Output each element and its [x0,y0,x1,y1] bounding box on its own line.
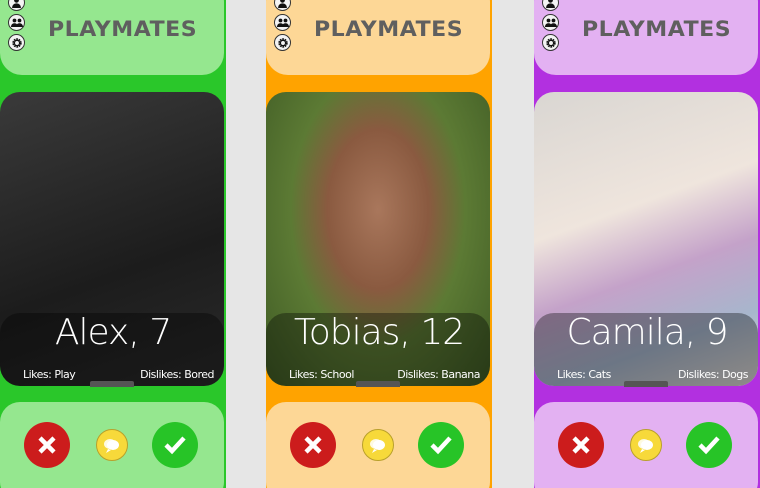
profile-name: Camila, 9 [566,312,728,353]
gear-icon[interactable] [542,34,559,51]
group-icon[interactable] [8,14,25,31]
group-icon[interactable] [274,14,291,31]
app-title: PLAYMATES [582,17,732,41]
checkmark-icon [430,436,452,455]
profile-panel: PLAYMATES Alex, 7 Likes: Play Dislikes: … [0,0,226,488]
gear-icon[interactable] [8,34,25,51]
app-title: PLAYMATES [48,17,198,41]
profile-likes: Likes: Cats [557,368,611,381]
app-header: PLAYMATES [534,0,758,75]
more-handle[interactable] [356,381,400,387]
app-header: PLAYMATES [0,0,224,75]
reject-button[interactable] [558,422,604,468]
group-icon[interactable] [542,14,559,31]
accept-button[interactable] [152,422,198,468]
profile-panel: PLAYMATES Tobias, 12 Likes: School Disli… [266,0,492,488]
reject-button[interactable] [290,422,336,468]
profile-dislikes: Dislikes: Banana [397,368,480,381]
close-icon [304,436,322,454]
chat-icon [370,439,385,453]
profile-icon[interactable] [8,0,25,11]
profile-icon[interactable] [274,0,291,11]
close-icon [572,436,590,454]
checkmark-icon [164,436,186,455]
profile-icon[interactable] [542,0,559,11]
profile-dislikes: Dislikes: Dogs [678,368,748,381]
chat-icon [104,439,119,453]
more-handle[interactable] [624,381,668,387]
profile-likes: Likes: Play [23,368,76,381]
chat-button[interactable] [630,429,662,461]
profile-dislikes: Dislikes: Bored [140,368,214,381]
close-icon [38,436,56,454]
chat-icon [638,439,653,453]
chat-button[interactable] [362,429,394,461]
app-title: PLAYMATES [314,17,464,41]
profile-panel: PLAYMATES Camila, 9 Likes: Cats Dislikes… [534,0,760,488]
chat-button[interactable] [96,429,128,461]
profile-likes: Likes: School [289,368,354,381]
profile-name: Tobias, 12 [293,312,465,353]
profile-name: Alex, 7 [54,312,172,353]
accept-button[interactable] [686,422,732,468]
more-handle[interactable] [90,381,134,387]
accept-button[interactable] [418,422,464,468]
gear-icon[interactable] [274,34,291,51]
checkmark-icon [698,436,720,455]
reject-button[interactable] [24,422,70,468]
app-header: PLAYMATES [266,0,490,75]
